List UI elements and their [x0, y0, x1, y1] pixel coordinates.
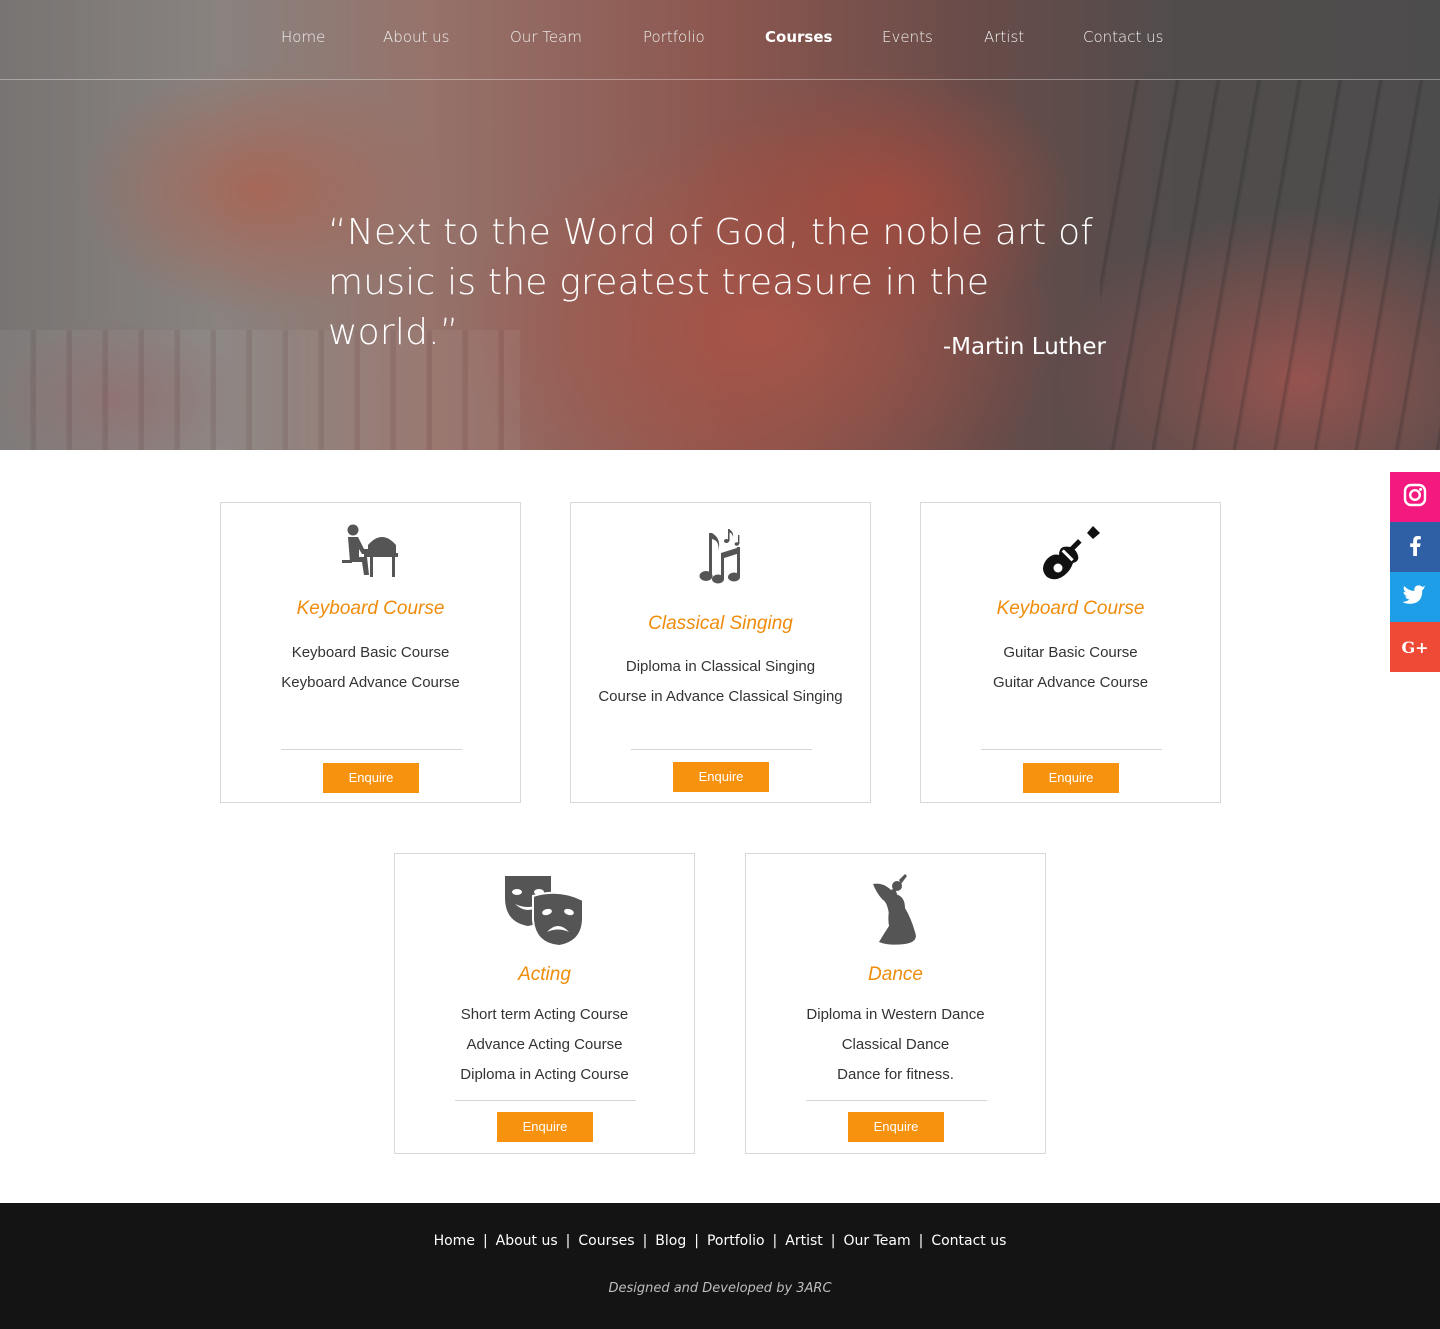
course-item: Keyboard Advance Course — [281, 674, 460, 691]
enquire-button[interactable]: Enquire — [848, 1112, 944, 1142]
footer-credit: Designed and Developed by 3ARC — [608, 1281, 832, 1296]
card-title: Dance — [868, 964, 923, 985]
course-card-dance: Dance Diploma in Western Dance Classical… — [745, 853, 1046, 1154]
quote-line-1: “Next to the Word of God, the noble art … — [328, 212, 1094, 253]
footer-link-portfolio[interactable]: Portfolio — [707, 1233, 765, 1249]
nav-contact-us[interactable]: Contact us — [1083, 28, 1163, 46]
instagram-icon — [1403, 483, 1427, 511]
nav-portfolio[interactable]: Portfolio — [643, 28, 705, 46]
card-title: Acting — [518, 964, 571, 985]
nav-home[interactable]: Home — [281, 28, 325, 46]
course-item: Short term Acting Course — [460, 1006, 629, 1023]
course-item: Dance for fitness. — [837, 1066, 954, 1083]
footer-link-home[interactable]: Home — [434, 1233, 475, 1249]
enquire-button[interactable]: Enquire — [673, 762, 769, 792]
google-plus-button[interactable]: G+ — [1390, 622, 1440, 672]
footer-separator: | — [918, 1233, 924, 1249]
theater-masks-icon — [395, 872, 694, 946]
nav-courses[interactable]: Courses — [765, 28, 832, 46]
course-card-acting: Acting Short term Acting Course Advance … — [394, 853, 695, 1154]
footer-link-our-team[interactable]: Our Team — [843, 1233, 910, 1249]
course-item: Advance Acting Course — [466, 1036, 623, 1053]
footer-separator: | — [642, 1233, 648, 1249]
footer-separator: | — [694, 1233, 699, 1249]
footer-nav: Home | About us | Courses | Blog | Portfolio | Art… — [0, 1233, 1440, 1249]
footer-link-contact-us[interactable]: Contact us — [931, 1233, 1006, 1249]
course-card-keyboard: Keyboard Course Keyboard Basic Course Ke… — [220, 502, 521, 803]
course-item: Guitar Advance Course — [992, 674, 1149, 691]
nav-artist[interactable]: Artist — [984, 28, 1024, 46]
music-notes-icon — [571, 527, 870, 587]
footer-separator: | — [772, 1233, 778, 1249]
card-divider — [806, 1100, 987, 1101]
nav-about-us[interactable]: About us — [383, 28, 449, 46]
card-title: Keyboard Course — [996, 598, 1145, 619]
card-divider — [631, 749, 812, 750]
footer-separator: | — [482, 1233, 488, 1249]
enquire-button[interactable]: Enquire — [323, 763, 419, 793]
footer-link-about-us[interactable]: About us — [496, 1233, 558, 1249]
guitar-icon — [921, 523, 1220, 587]
enquire-button[interactable]: Enquire — [1023, 763, 1119, 793]
facebook-icon — [1408, 534, 1422, 560]
facebook-button[interactable] — [1390, 522, 1440, 572]
card-divider — [455, 1100, 636, 1101]
course-card-guitar: Keyboard Course Guitar Basic Course Guit… — [920, 502, 1221, 803]
enquire-button[interactable]: Enquire — [497, 1112, 593, 1142]
footer-link-artist[interactable]: Artist — [785, 1233, 823, 1249]
hero-banner: Home About us Our Team Portfolio Courses… — [0, 0, 1440, 450]
course-item: Diploma in Acting Course — [460, 1066, 629, 1083]
footer: Home | About us | Courses | Blog | Portfolio | Art… — [0, 1203, 1440, 1329]
footer-separator: | — [830, 1233, 836, 1249]
google-plus-icon: G+ — [1401, 637, 1429, 657]
instagram-button[interactable] — [1390, 472, 1440, 522]
course-item: Diploma in Western Dance — [806, 1006, 985, 1023]
course-card-classical-singing: Classical Singing Diploma in Classical S… — [570, 502, 871, 803]
top-navigation: Home About us Our Team Portfolio Courses… — [0, 0, 1440, 80]
twitter-button[interactable] — [1390, 572, 1440, 622]
course-item: Diploma in Classical Singing — [625, 658, 816, 675]
twitter-icon — [1402, 585, 1427, 609]
course-item: Classical Dance — [841, 1036, 950, 1053]
course-item: Keyboard Basic Course — [291, 644, 450, 661]
nav-events[interactable]: Events — [882, 28, 933, 46]
course-item: Guitar Basic Course — [1003, 644, 1138, 661]
footer-link-blog[interactable]: Blog — [655, 1233, 686, 1249]
footer-link-courses[interactable]: Courses — [578, 1233, 634, 1249]
card-title: Keyboard Course — [296, 598, 445, 619]
nav-our-team[interactable]: Our Team — [510, 28, 582, 46]
footer-separator: | — [565, 1233, 571, 1249]
quote-author: -Martin Luther — [942, 334, 1106, 360]
card-title: Classical Singing — [648, 613, 793, 634]
card-divider — [281, 749, 462, 750]
course-item: Course in Advance Classical Singing — [598, 688, 843, 705]
pianist-icon — [221, 523, 520, 579]
dancer-icon — [746, 874, 1045, 946]
card-divider — [981, 749, 1162, 750]
